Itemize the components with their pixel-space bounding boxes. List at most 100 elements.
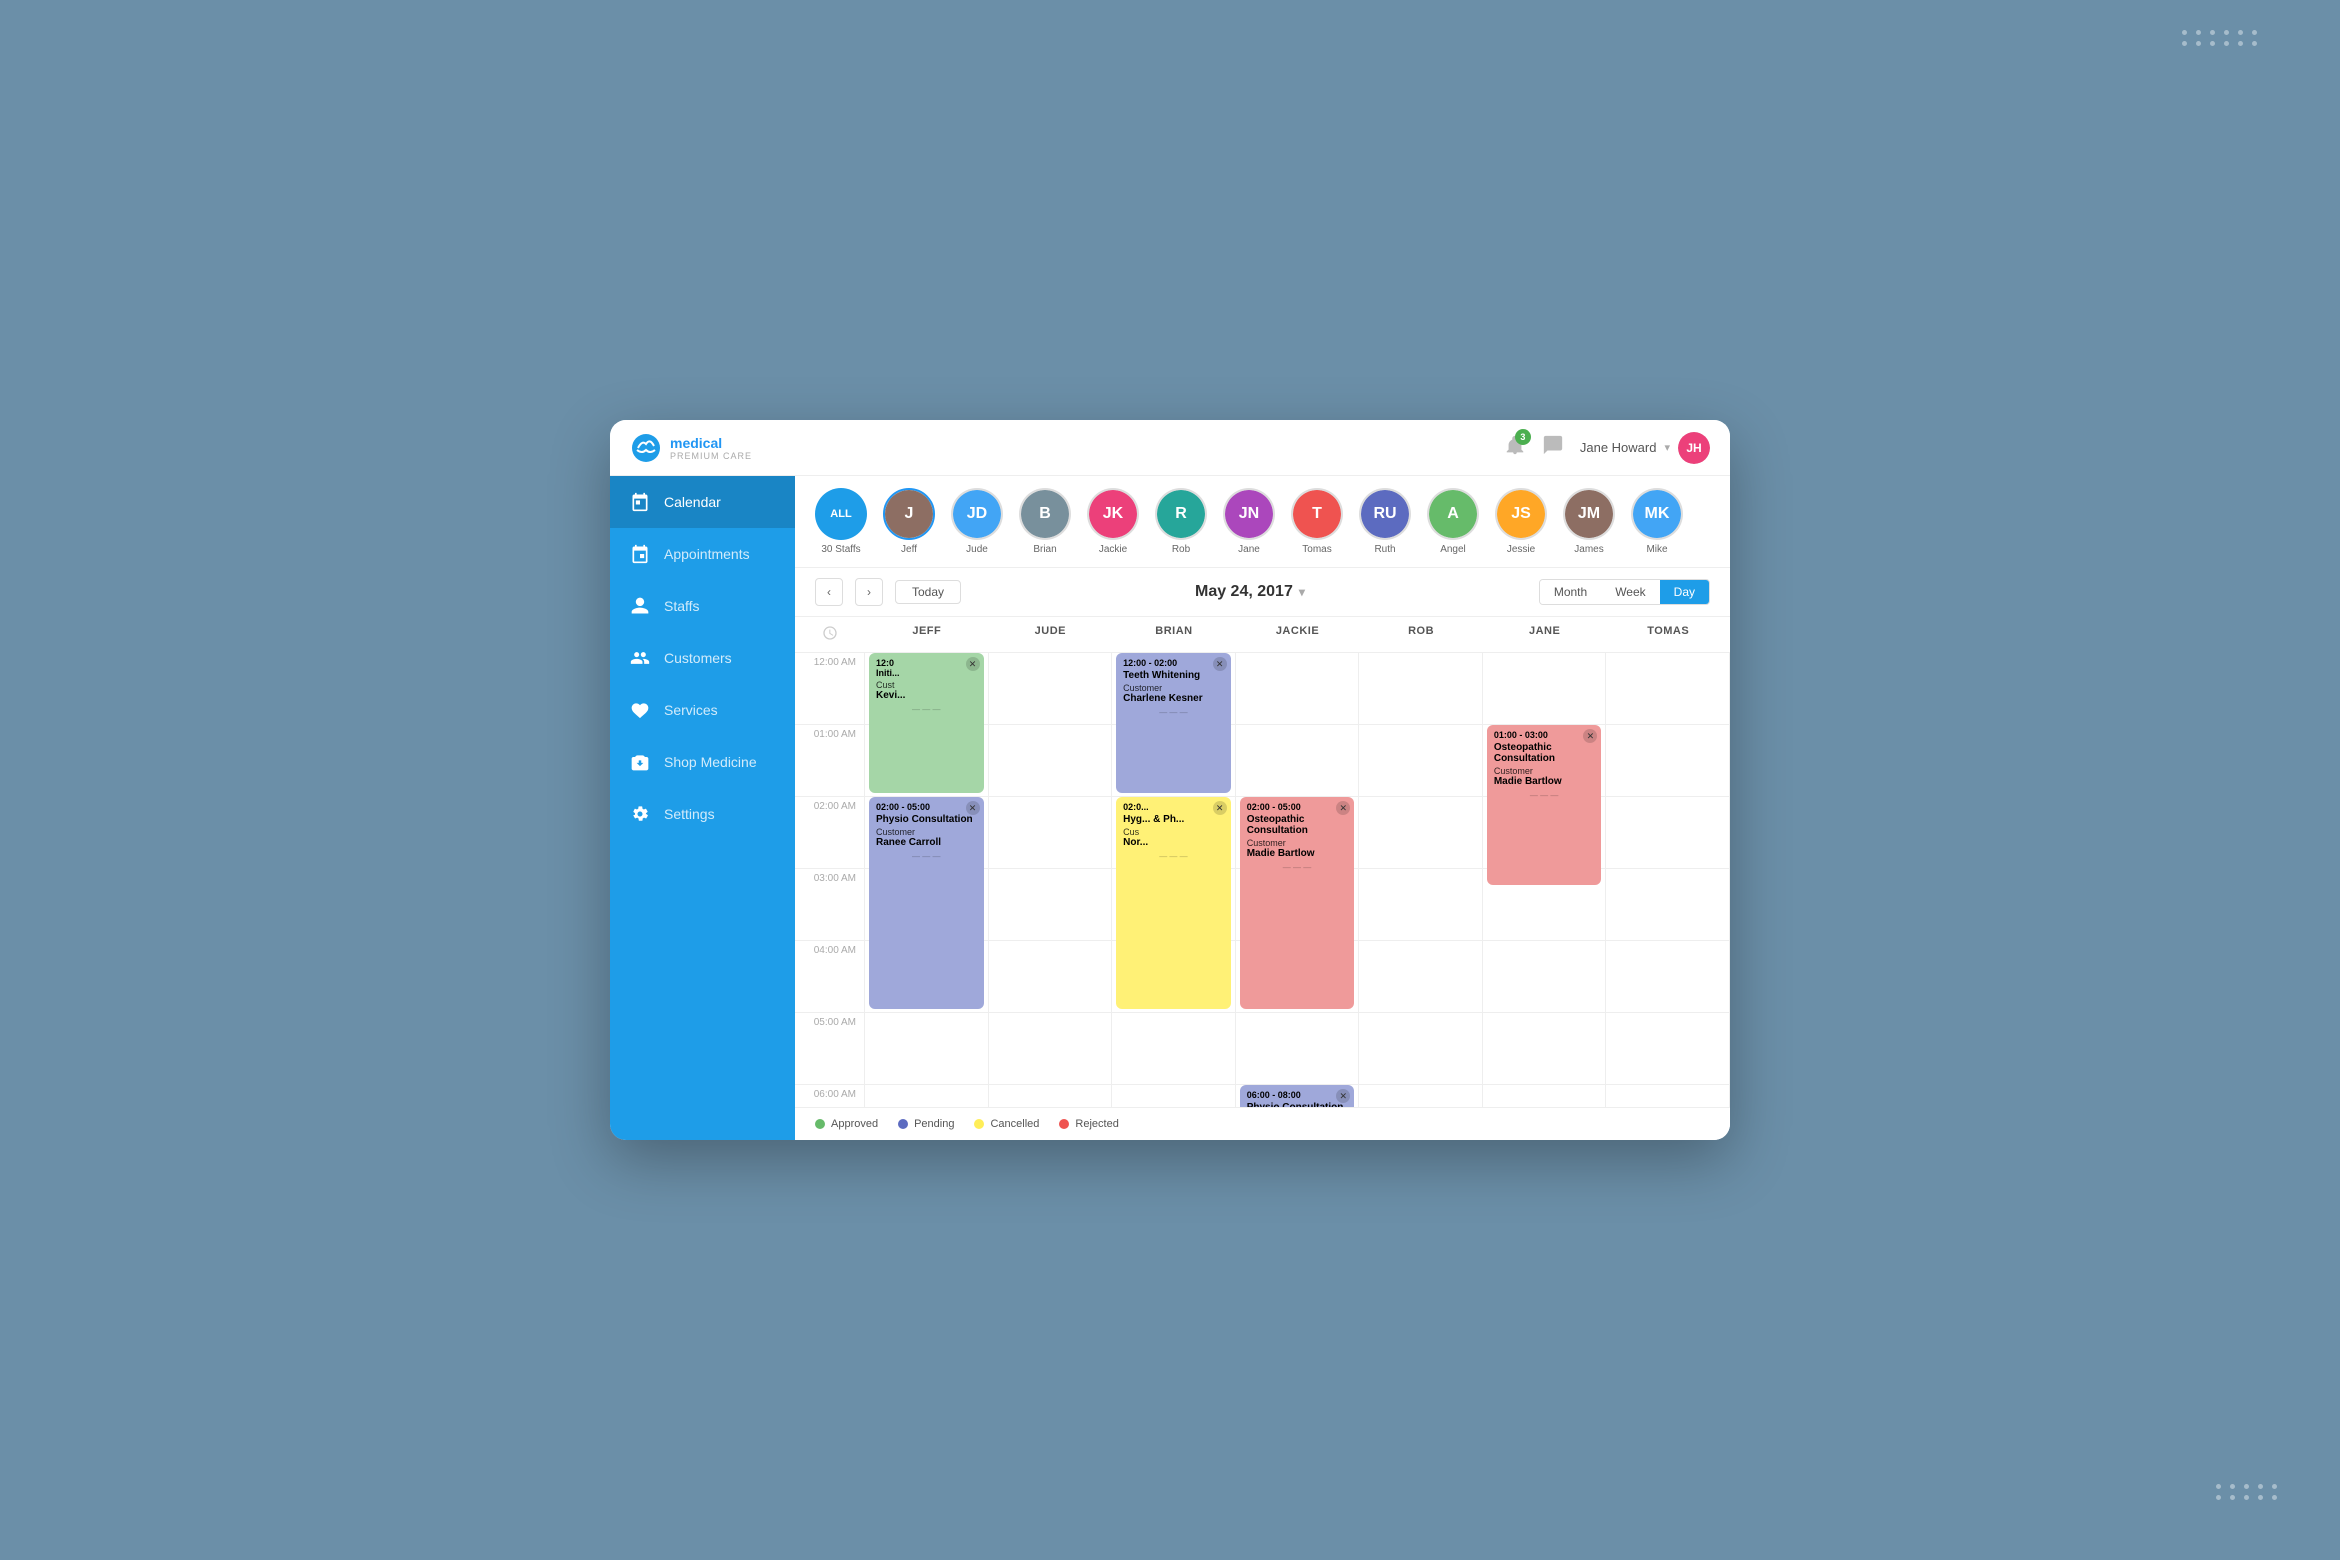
jeff-appt-2[interactable]: ✕ 02:00 - 05:00 Physio Consultation Cust…: [869, 797, 984, 1009]
jeff-appt-2-time: 02:00 - 05:00: [876, 802, 977, 812]
legend-approved: Approved: [815, 1118, 878, 1130]
tomas-hour-2: [1606, 797, 1729, 869]
today-button[interactable]: Today: [895, 580, 961, 604]
sidebar-label-shop-medicine: Shop Medicine: [664, 754, 757, 770]
jeff-appt-1-close[interactable]: ✕: [966, 657, 980, 671]
col-header-tomas: TOMAS: [1606, 617, 1730, 653]
month-view-button[interactable]: Month: [1540, 580, 1601, 604]
staff-james[interactable]: JM James: [1563, 488, 1615, 555]
tomas-hour-5: [1606, 1013, 1729, 1085]
staff-jessie[interactable]: JS Jessie: [1495, 488, 1547, 555]
staff-rob-name: Rob: [1172, 544, 1190, 555]
brian-appt-2-close[interactable]: ✕: [1213, 801, 1227, 815]
jackie-hour-5: [1236, 1013, 1359, 1085]
staff-row: ALL 30 Staffs J Jeff JD Jude: [795, 476, 1730, 568]
staff-angel[interactable]: A Angel: [1427, 488, 1479, 555]
chat-icon[interactable]: [1542, 434, 1564, 461]
sidebar-item-settings[interactable]: Settings: [610, 788, 795, 840]
staff-jude-avatar: JD: [951, 488, 1003, 540]
staff-jackie[interactable]: JK Jackie: [1087, 488, 1139, 555]
notification-bell[interactable]: 3: [1504, 434, 1526, 461]
jane-hour-6: [1483, 1085, 1606, 1107]
jackie-appt-1-customer-label: Customer: [1247, 838, 1348, 848]
tomas-hour-6: [1606, 1085, 1729, 1107]
sidebar-item-appointments[interactable]: Appointments: [610, 528, 795, 580]
staff-jeff[interactable]: J Jeff: [883, 488, 935, 555]
col-header-brian: BRIAN: [1112, 617, 1236, 653]
all-staff-button[interactable]: ALL 30 Staffs: [815, 488, 867, 555]
legend-label-pending: Pending: [914, 1118, 954, 1130]
staff-james-name: James: [1574, 544, 1603, 555]
staff-rob-avatar: R: [1155, 488, 1207, 540]
brian-appt-1-customer-label: Customer: [1123, 683, 1224, 693]
rob-hour-1: [1359, 725, 1482, 797]
sidebar-label-appointments: Appointments: [664, 546, 750, 562]
user-info[interactable]: Jane Howard ▾ JH: [1580, 432, 1710, 464]
all-label: ALL: [830, 508, 851, 520]
staff-jessie-face: JS: [1497, 490, 1545, 538]
staff-jude[interactable]: JD Jude: [951, 488, 1003, 555]
jeff-hour-5: [865, 1013, 988, 1085]
jackie-appt-2-close[interactable]: ✕: [1336, 1089, 1350, 1103]
jude-hour-0: [989, 653, 1112, 725]
top-header: medical PREMIUM CARE 3 Jane Howard ▾ JH: [610, 420, 1730, 476]
jane-appt-1-service: Osteopathic Consultation: [1494, 742, 1595, 764]
logo-title: medical: [670, 435, 752, 451]
staff-jane[interactable]: JN Jane: [1223, 488, 1275, 555]
prev-button[interactable]: ‹: [815, 578, 843, 606]
date-dropdown-icon[interactable]: ▾: [1299, 585, 1305, 599]
jane-hour-4: [1483, 941, 1606, 1013]
tomas-hour-3: [1606, 869, 1729, 941]
jackie-hour-1: [1236, 725, 1359, 797]
col-header-time: [795, 617, 865, 653]
staff-angel-avatar: A: [1427, 488, 1479, 540]
jeff-appt-1-customer: Kevi...: [876, 690, 977, 701]
jeff-appt-1[interactable]: ✕ 12:0Initi... Cust Kevi... — — —: [869, 653, 984, 793]
legend-label-approved: Approved: [831, 1118, 878, 1130]
staff-james-face: JM: [1565, 490, 1613, 538]
all-btn[interactable]: ALL: [815, 488, 867, 540]
staff-jane-avatar: JN: [1223, 488, 1275, 540]
legend-pending: Pending: [898, 1118, 954, 1130]
next-button[interactable]: ›: [855, 578, 883, 606]
brian-appt-1[interactable]: ✕ 12:00 - 02:00 Teeth Whitening Customer…: [1116, 653, 1231, 793]
time-0100am: 01:00 AM: [795, 725, 865, 797]
jackie-appt-1-close[interactable]: ✕: [1336, 801, 1350, 815]
jackie-appt-2[interactable]: ✕ 06:00 - 08:00 Physio Consultation Cust…: [1240, 1085, 1355, 1107]
jane-appt-1-customer-label: Customer: [1494, 766, 1595, 776]
sidebar-item-calendar[interactable]: Calendar: [610, 476, 795, 528]
jackie-appt-1[interactable]: ✕ 02:00 - 05:00 Osteopathic Consultation…: [1240, 797, 1355, 1009]
jeff-appt-2-close[interactable]: ✕: [966, 801, 980, 815]
staff-ruth-name: Ruth: [1374, 544, 1395, 555]
staff-rob[interactable]: R Rob: [1155, 488, 1207, 555]
brian-hour-6: [1112, 1085, 1235, 1107]
sidebar-item-customers[interactable]: Customers: [610, 632, 795, 684]
jackie-appt-1-service: Osteopathic Consultation: [1247, 814, 1348, 836]
week-view-button[interactable]: Week: [1601, 580, 1659, 604]
staff-angel-face: A: [1429, 490, 1477, 538]
staff-angel-name: Angel: [1440, 544, 1466, 555]
rob-slots: [1359, 653, 1482, 1107]
jane-appt-1-dots: — — —: [1494, 791, 1595, 800]
main-layout: Calendar Appointments Staffs Customers S…: [610, 476, 1730, 1140]
staff-tomas[interactable]: T Tomas: [1291, 488, 1343, 555]
legend-dot-cancelled: [974, 1119, 984, 1129]
staff-ruth[interactable]: RU Ruth: [1359, 488, 1411, 555]
sidebar-label-customers: Customers: [664, 650, 732, 666]
day-view-button[interactable]: Day: [1660, 580, 1709, 604]
jane-hour-5: [1483, 1013, 1606, 1085]
brian-appt-2[interactable]: ✕ 02:0... Hyg... & Ph... Cus Nor... — — …: [1116, 797, 1231, 1009]
brian-appt-1-close[interactable]: ✕: [1213, 657, 1227, 671]
jane-appt-1-close[interactable]: ✕: [1583, 729, 1597, 743]
sidebar-item-shop-medicine[interactable]: Shop Medicine: [610, 736, 795, 788]
time-0400am: 04:00 AM: [795, 941, 865, 1013]
jane-appt-1[interactable]: ✕ 01:00 - 03:00 Osteopathic Consultation…: [1487, 725, 1602, 885]
rob-hour-0: [1359, 653, 1482, 725]
sidebar-item-services[interactable]: Services: [610, 684, 795, 736]
staff-brian[interactable]: B Brian: [1019, 488, 1071, 555]
staff-mike[interactable]: MK Mike: [1631, 488, 1683, 555]
staff-tomas-name: Tomas: [1302, 544, 1331, 555]
sidebar-item-staffs[interactable]: Staffs: [610, 580, 795, 632]
sidebar: Calendar Appointments Staffs Customers S…: [610, 476, 795, 1140]
calendar-grid-wrapper: JEFF JUDE BRIAN JACKIE ROB JANE TOMAS 12…: [795, 617, 1730, 1107]
